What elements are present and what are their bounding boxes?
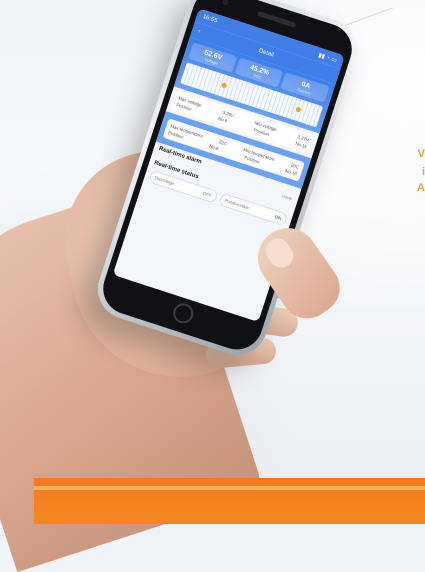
home-button[interactable]: [170, 300, 196, 326]
speaker-grille: [256, 10, 296, 28]
toggle-label: Positivestate: [223, 197, 250, 211]
min-voltage-position: No.11: [294, 140, 308, 150]
orange-footer-band: [34, 478, 425, 524]
max-temp-position: No.6: [208, 143, 220, 152]
camera-icon: [221, 0, 230, 6]
max-cell-marker: [221, 82, 228, 89]
cropped-side-text-2: i: [421, 166, 425, 178]
min-cell-marker: [295, 106, 302, 113]
thumbnail-nail: [261, 233, 298, 273]
toggle-label: Discharge: [154, 175, 175, 187]
max-voltage-position: No.6: [217, 115, 229, 124]
toggle-value: ON: [274, 214, 283, 221]
toggle-value: OFF: [202, 190, 213, 199]
status-time: 16:55: [201, 14, 218, 25]
cropped-side-text-3: A: [417, 182, 425, 194]
cropped-side-text-1: V: [417, 148, 425, 160]
